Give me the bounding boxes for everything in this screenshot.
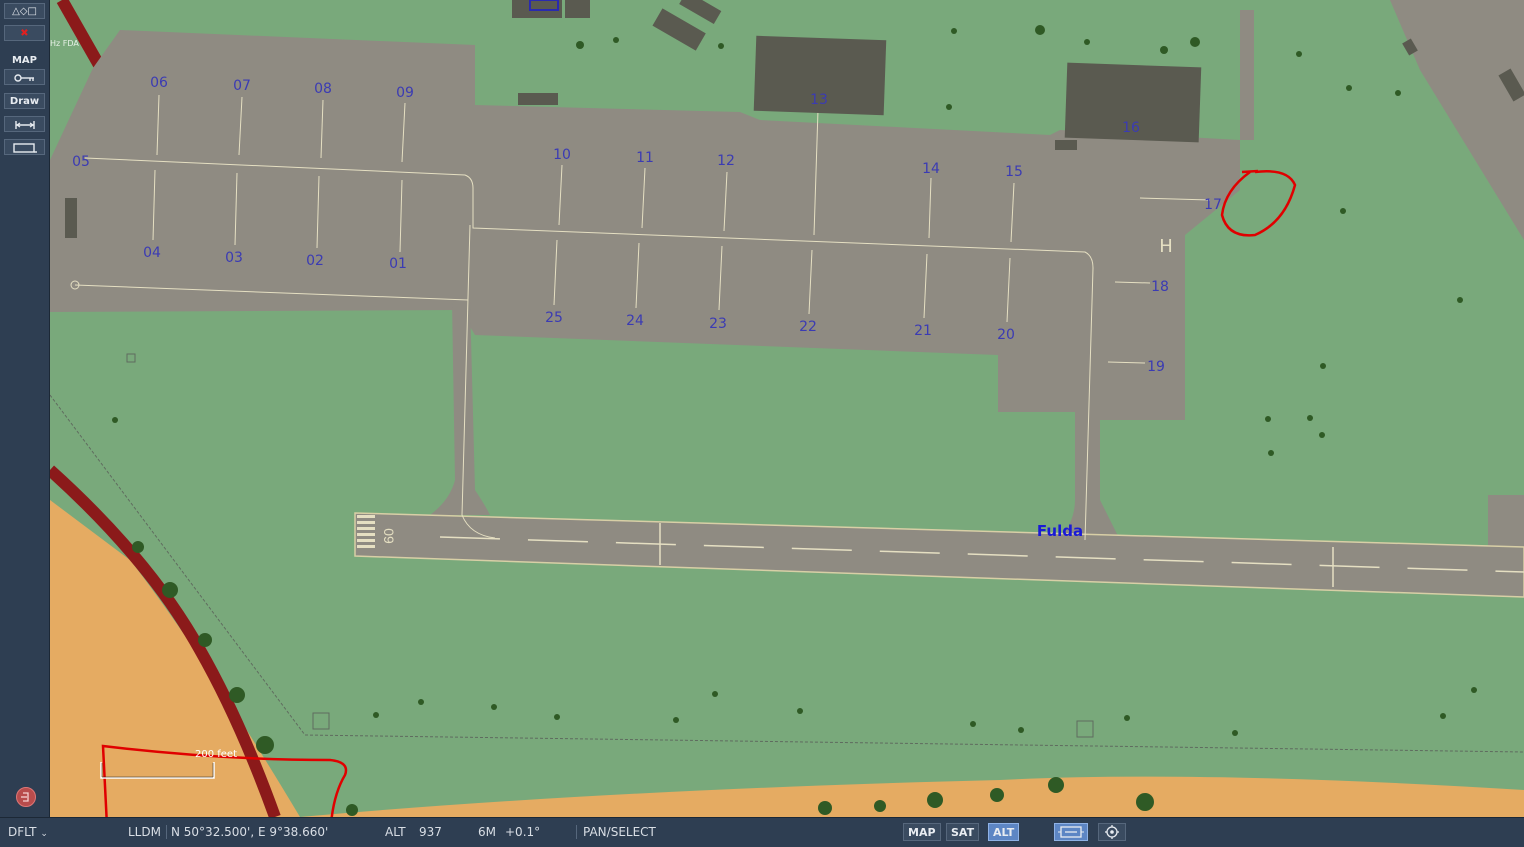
measure-icon xyxy=(14,121,35,129)
parking-spot-22[interactable]: 22 xyxy=(799,319,817,335)
helipad-marker: H xyxy=(1159,236,1173,257)
map-canvas[interactable]: 09 H 200 feet Hz FDA Fulda 010203040506 … xyxy=(50,0,1524,817)
parking-spot-17[interactable]: 17 xyxy=(1204,197,1222,213)
draw-label: Draw xyxy=(9,96,40,107)
coord-mode-label[interactable]: LLDM xyxy=(128,825,161,839)
mode-indicator: PAN/SELECT xyxy=(576,825,656,839)
shapes-icon: △◇□ xyxy=(12,6,37,17)
parking-spot-20[interactable]: 20 xyxy=(997,327,1015,343)
parking-spot-14[interactable]: 14 xyxy=(922,161,940,177)
parking-spot-04[interactable]: 04 xyxy=(143,245,161,261)
parking-spot-03[interactable]: 03 xyxy=(225,250,243,266)
layers-icon xyxy=(1058,826,1084,838)
rectangle-tool-button[interactable] xyxy=(4,139,45,155)
map-toggle-button[interactable]: MAP xyxy=(903,823,941,841)
parking-spot-06[interactable]: 06 xyxy=(150,75,168,91)
alt-toggle-button[interactable]: ALT xyxy=(988,823,1020,841)
sat-toggle-button[interactable]: SAT xyxy=(946,823,980,841)
alt-value: 937 xyxy=(419,825,442,839)
parking-spot-07[interactable]: 07 xyxy=(233,78,251,94)
draw-button[interactable]: Draw xyxy=(4,93,45,109)
airfield-name[interactable]: Fulda xyxy=(1037,522,1083,540)
parking-spot-10[interactable]: 10 xyxy=(553,147,571,163)
coordinates-readout: N 50°32.500', E 9°38.660' xyxy=(166,825,328,839)
parking-spot-01[interactable]: 01 xyxy=(389,256,407,272)
rectangle-icon xyxy=(12,143,37,153)
parking-spot-05[interactable]: 05 xyxy=(72,154,90,170)
chevron-down-icon: ⌄ xyxy=(40,829,48,839)
parking-spot-12[interactable]: 12 xyxy=(717,153,735,169)
close-button[interactable]: ✖ xyxy=(4,25,45,41)
close-icon: ✖ xyxy=(20,28,29,39)
layer-toggle-button[interactable] xyxy=(1054,823,1088,841)
parking-spot-25[interactable]: 25 xyxy=(545,310,563,326)
parking-spot-16[interactable]: 16 xyxy=(1122,120,1140,136)
parking-spot-11[interactable]: 11 xyxy=(636,150,654,166)
map-view[interactable]: 09 H 200 feet Hz FDA Fulda 01 02 03 04 0… xyxy=(50,0,1524,817)
gear-icon xyxy=(1105,825,1119,839)
parking-spot-21[interactable]: 21 xyxy=(914,323,932,339)
runway-number: 09 xyxy=(381,528,397,544)
parking-spot-15[interactable]: 15 xyxy=(1005,164,1023,180)
logout-button[interactable] xyxy=(16,787,36,807)
parking-spot-24[interactable]: 24 xyxy=(626,313,644,329)
status-bar: DFLT ⌄ LLDM N 50°32.500', E 9°38.660' AL… xyxy=(0,817,1524,847)
profile-dropdown[interactable]: DFLT ⌄ xyxy=(8,825,48,839)
settings-button[interactable] xyxy=(1098,823,1126,841)
mag-label: 6M xyxy=(478,825,496,839)
key-icon xyxy=(13,74,34,82)
parking-spot-23[interactable]: 23 xyxy=(709,316,727,332)
logout-icon xyxy=(21,792,29,802)
parking-spot-09[interactable]: 09 xyxy=(396,85,414,101)
left-toolbar: △◇□ ✖ MAP Draw xyxy=(0,0,50,817)
profile-value: DFLT xyxy=(8,825,37,839)
shapes-tool-button[interactable]: △◇□ xyxy=(4,3,45,19)
parking-spot-19[interactable]: 19 xyxy=(1147,359,1165,375)
parking-spot-08[interactable]: 08 xyxy=(314,81,332,97)
corner-label: Hz FDA xyxy=(50,39,79,48)
parking-spot-02[interactable]: 02 xyxy=(306,253,324,269)
alt-label: ALT xyxy=(385,825,406,839)
map-section-label: MAP xyxy=(11,55,38,66)
service-road xyxy=(1240,10,1254,140)
key-tool-button[interactable] xyxy=(4,69,45,85)
parking-spot-18[interactable]: 18 xyxy=(1151,279,1169,295)
parking-spot-13[interactable]: 13 xyxy=(810,92,828,108)
scale-label: 200 feet xyxy=(195,749,237,760)
mag-variation-value: +0.1° xyxy=(505,825,541,839)
measure-tool-button[interactable] xyxy=(4,116,45,132)
